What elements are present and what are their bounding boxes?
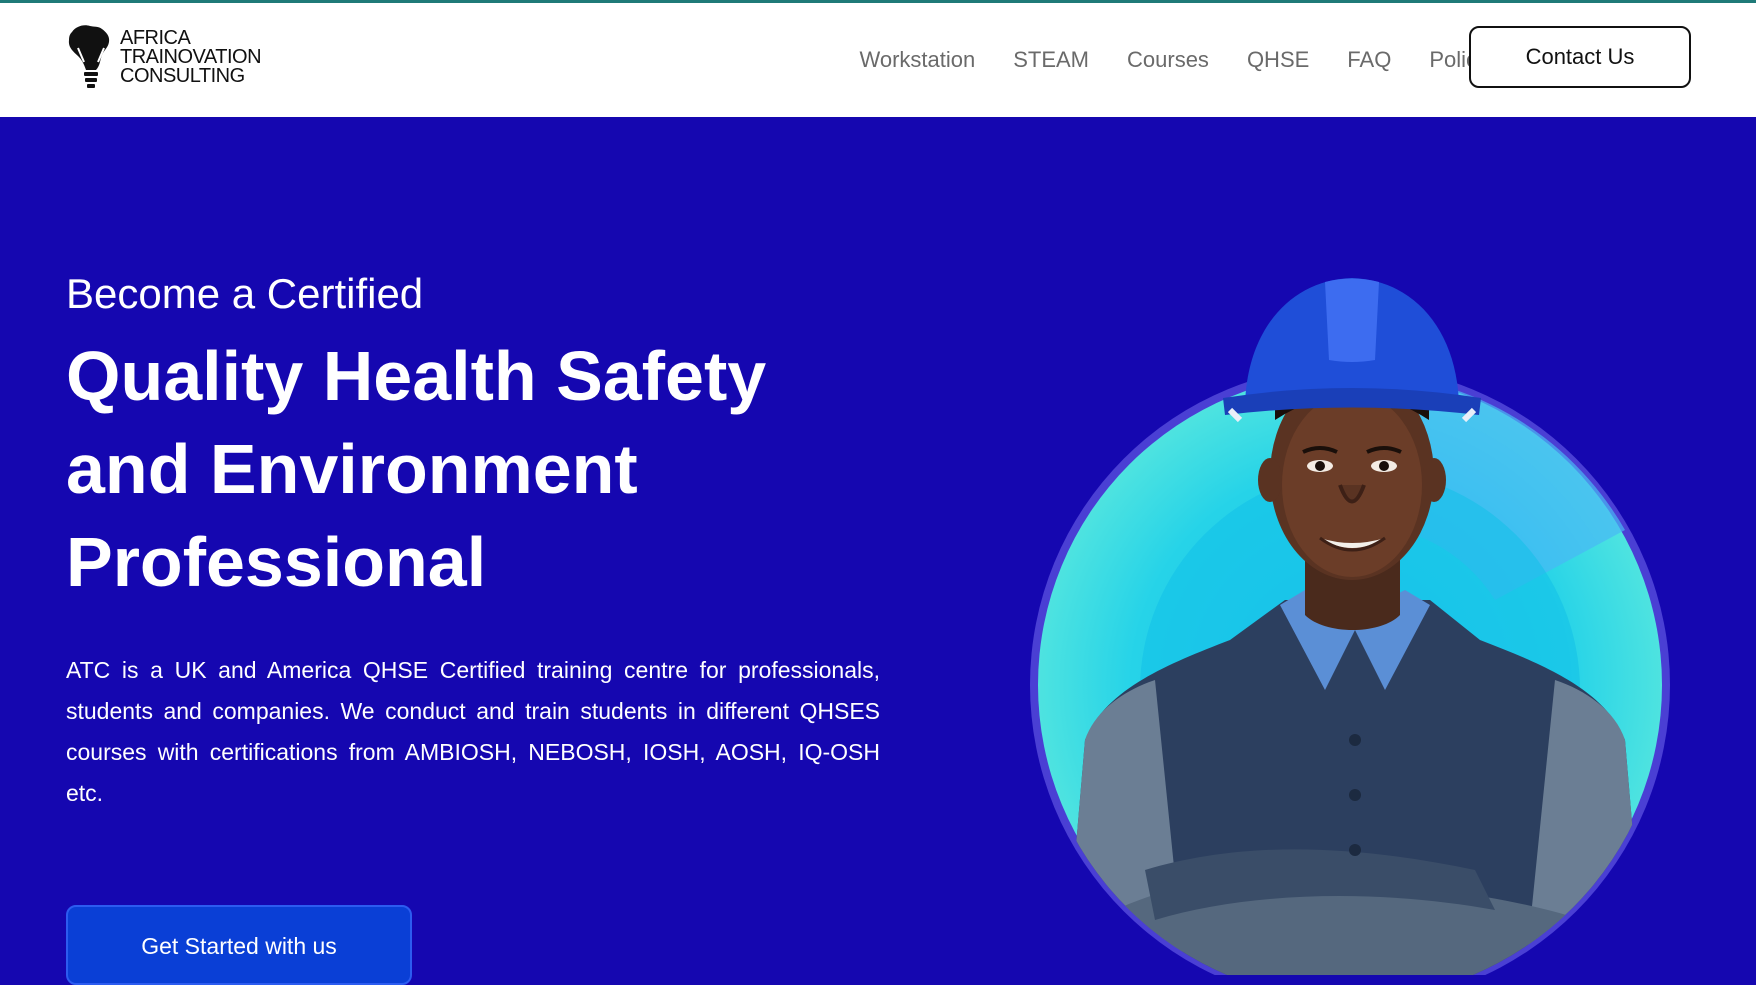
nav-item-faq[interactable]: FAQ xyxy=(1347,47,1391,73)
hero-pre-title: Become a Certified xyxy=(66,270,424,317)
contact-us-button[interactable]: Contact Us xyxy=(1469,26,1691,88)
brand-line-3: CONSULTING xyxy=(120,64,245,87)
hero-title: Quality Health Safety and Environment Pr… xyxy=(66,330,886,609)
brand-line-1: AFRICA xyxy=(120,26,191,49)
hero-title-line-1: Quality Health Safety xyxy=(66,337,767,415)
brand-name: AFRICA TRAINOVATION CONSULTING xyxy=(120,26,262,87)
nav-item-steam[interactable]: STEAM xyxy=(1013,47,1089,73)
nav-item-courses[interactable]: Courses xyxy=(1127,47,1209,73)
hero-description: ATC is a UK and America QHSE Certified t… xyxy=(66,657,880,806)
hero-title-line-2: and Environment xyxy=(66,430,638,508)
get-started-button[interactable]: Get Started with us xyxy=(66,905,412,985)
hero-worker-image xyxy=(1030,278,1670,975)
main-nav: Workstation STEAM Courses QHSE FAQ Polic… xyxy=(859,3,1488,117)
nav-item-qhse[interactable]: QHSE xyxy=(1247,47,1309,73)
brand-logo[interactable]: AFRICA TRAINOVATION CONSULTING xyxy=(64,21,274,93)
nav-item-workstation[interactable]: Workstation xyxy=(859,47,975,73)
africa-lightbulb-logo-icon xyxy=(68,25,110,88)
brand-line-2: TRAINOVATION xyxy=(120,45,262,68)
navbar: AFRICA TRAINOVATION CONSULTING Workstati… xyxy=(0,3,1756,117)
hero-title-line-3: Professional xyxy=(66,523,487,601)
